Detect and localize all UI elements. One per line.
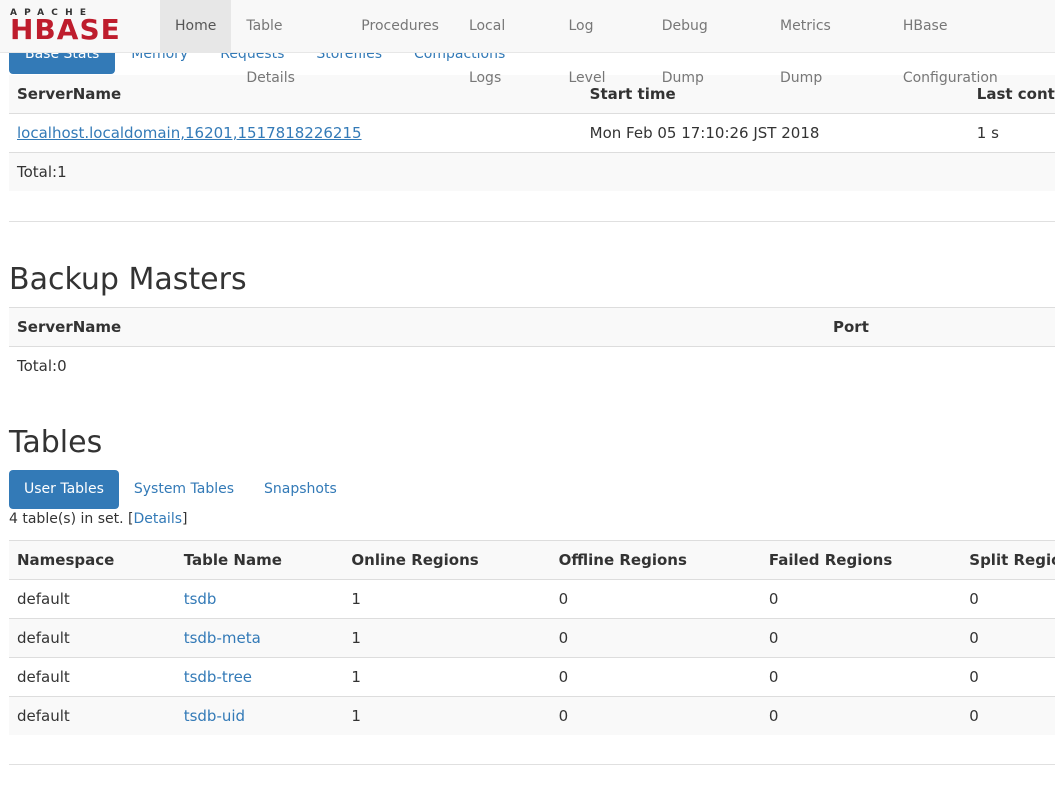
tables-heading: Tables xyxy=(9,425,103,460)
server-link[interactable]: localhost.localdomain,16201,151781822621… xyxy=(17,124,362,142)
split-regions-cell: 0 xyxy=(961,618,1055,658)
table-name-cell: tsdb-meta xyxy=(175,618,344,658)
hbase-logo[interactable]: APACHE HBASE xyxy=(10,8,146,46)
online-regions-cell: 1 xyxy=(343,696,551,735)
col-table-name: Table Name xyxy=(175,540,344,580)
col-split-regions: Split Regions xyxy=(961,540,1055,580)
failed-regions-cell: 0 xyxy=(760,657,962,697)
nav-menu: Home Table Details Procedures Local Logs… xyxy=(160,0,1055,86)
failed-regions-cell: 0 xyxy=(760,696,962,735)
total-row: Total:1 xyxy=(9,152,1055,191)
nav-debug-dump[interactable]: Debug Dump xyxy=(647,0,765,86)
start-time-cell: Mon Feb 05 17:10:26 JST 2018 xyxy=(581,113,969,153)
table-set-info: 4 table(s) in set. [Details] xyxy=(9,511,187,527)
nav-procedures[interactable]: Procedures xyxy=(346,0,454,52)
nav-table-details[interactable]: Table Details xyxy=(231,0,346,86)
table-link[interactable]: tsdb-meta xyxy=(184,629,261,647)
table-name-cell: tsdb-tree xyxy=(175,657,344,697)
col-failed-regions: Failed Regions xyxy=(760,540,962,580)
tab-system-tables[interactable]: System Tables xyxy=(119,470,249,509)
region-servers-table: ServerName Start time Last contact local… xyxy=(9,75,1055,191)
table-row: default tsdb-tree 1 0 0 0 xyxy=(9,657,1055,697)
table-name-cell: tsdb-uid xyxy=(175,696,344,735)
col-namespace: Namespace xyxy=(9,540,176,580)
table-link[interactable]: tsdb-tree xyxy=(184,668,252,686)
tables-tabs: User Tables System Tables Snapshots xyxy=(9,470,352,509)
logo-hbase-text: HBASE xyxy=(10,13,121,46)
col-servername: ServerName xyxy=(9,307,825,347)
col-offline-regions: Offline Regions xyxy=(550,540,761,580)
online-regions-cell: 1 xyxy=(343,579,551,619)
split-regions-cell: 0 xyxy=(961,657,1055,697)
total-row: Total:0 xyxy=(9,346,1055,385)
offline-regions-cell: 0 xyxy=(550,579,761,619)
table-link[interactable]: tsdb xyxy=(184,590,217,608)
last-contact-cell: 1 s xyxy=(968,113,1055,153)
col-port: Port xyxy=(825,307,1055,347)
online-regions-cell: 1 xyxy=(343,618,551,658)
section-divider xyxy=(9,221,1055,222)
namespace-cell: default xyxy=(9,579,176,619)
backup-masters-heading: Backup Masters xyxy=(9,262,247,297)
total-label: Total:1 xyxy=(9,152,1055,191)
tab-user-tables[interactable]: User Tables xyxy=(9,470,119,509)
split-regions-cell: 0 xyxy=(961,696,1055,735)
backup-masters-table: ServerName Port Total:0 xyxy=(9,307,1055,385)
offline-regions-cell: 0 xyxy=(550,657,761,697)
table-link[interactable]: tsdb-uid xyxy=(184,707,245,725)
nav-hbase-configuration[interactable]: HBase Configuration xyxy=(888,0,1055,86)
offline-regions-cell: 0 xyxy=(550,618,761,658)
set-info-prefix: 4 table(s) in set. [ xyxy=(9,511,134,527)
namespace-cell: default xyxy=(9,696,176,735)
namespace-cell: default xyxy=(9,618,176,658)
table-row: default tsdb-uid 1 0 0 0 xyxy=(9,696,1055,735)
top-navbar: APACHE HBASE Home Table Details Procedur… xyxy=(0,0,1055,86)
nav-metrics-dump[interactable]: Metrics Dump xyxy=(765,0,888,86)
namespace-cell: default xyxy=(9,657,176,697)
table-row: localhost.localdomain,16201,151781822621… xyxy=(9,113,1055,153)
table-row: default tsdb 1 0 0 0 xyxy=(9,579,1055,619)
total-label: Total:0 xyxy=(9,346,1055,385)
online-regions-cell: 1 xyxy=(343,657,551,697)
section-divider xyxy=(9,764,1055,765)
nav-home[interactable]: Home xyxy=(160,0,232,52)
table-row: default tsdb-meta 1 0 0 0 xyxy=(9,618,1055,658)
col-online-regions: Online Regions xyxy=(343,540,551,580)
failed-regions-cell: 0 xyxy=(760,618,962,658)
set-info-suffix: ] xyxy=(182,511,188,527)
nav-local-logs[interactable]: Local Logs xyxy=(454,0,554,86)
nav-log-level[interactable]: Log Level xyxy=(554,0,647,86)
details-link[interactable]: Details xyxy=(133,511,182,527)
failed-regions-cell: 0 xyxy=(760,579,962,619)
table-name-cell: tsdb xyxy=(175,579,344,619)
server-cell: localhost.localdomain,16201,151781822621… xyxy=(9,113,582,153)
user-tables-table: Namespace Table Name Online Regions Offl… xyxy=(9,540,1055,735)
split-regions-cell: 0 xyxy=(961,579,1055,619)
tab-snapshots[interactable]: Snapshots xyxy=(249,470,352,509)
offline-regions-cell: 0 xyxy=(550,696,761,735)
